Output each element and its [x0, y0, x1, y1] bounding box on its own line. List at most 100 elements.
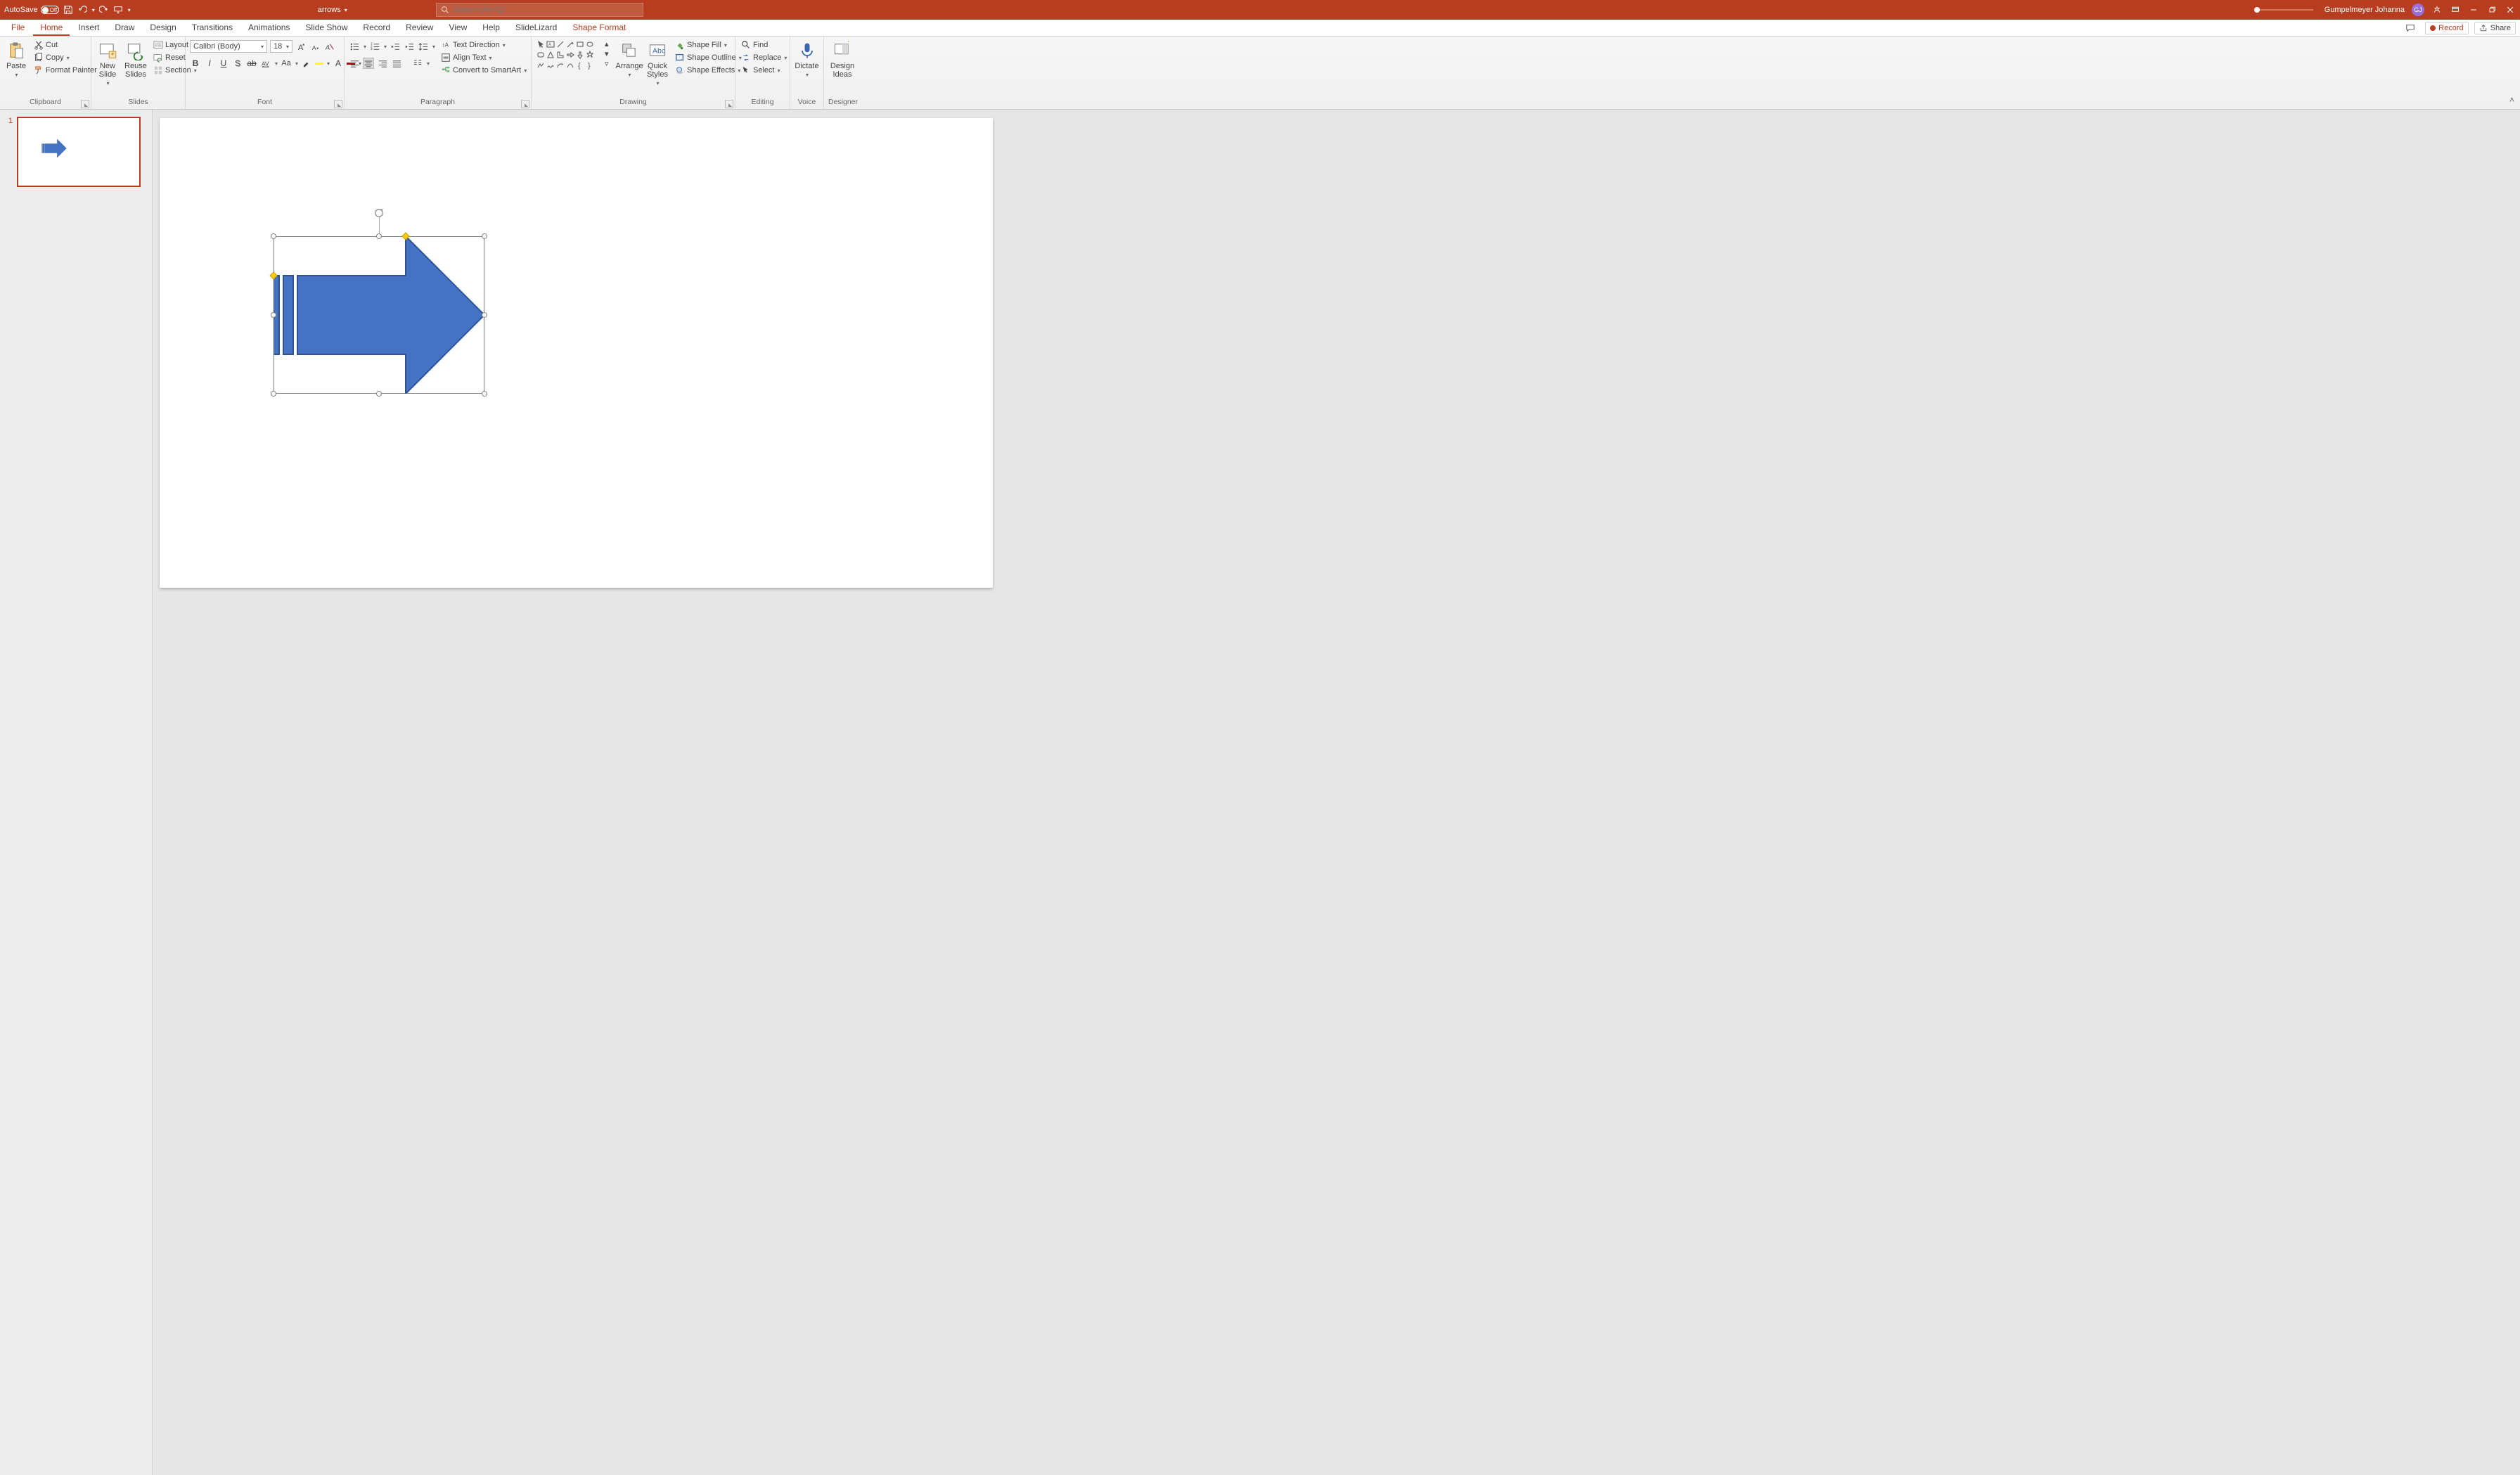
change-case-dropdown-icon[interactable]: ▾: [295, 60, 298, 67]
paste-dropdown-icon[interactable]: ▾: [15, 72, 18, 78]
gallery-scroll-down-icon[interactable]: ▾: [605, 49, 613, 58]
shape-curve-icon[interactable]: [565, 60, 575, 70]
find-button[interactable]: Find: [740, 39, 769, 51]
resize-handle-bottom-left[interactable]: [271, 391, 276, 397]
smartart-dropdown-icon[interactable]: ▾: [524, 67, 527, 74]
shape-rect-icon[interactable]: [575, 39, 585, 49]
increase-font-icon[interactable]: A▴: [295, 41, 307, 52]
slide-canvas-area[interactable]: [153, 110, 2520, 1475]
dictate-dropdown-icon[interactable]: ▾: [806, 72, 809, 78]
tab-review[interactable]: Review: [399, 20, 440, 36]
shape-outline-button[interactable]: Shape Outline▾: [674, 52, 743, 63]
autosave-switch[interactable]: Off: [41, 6, 59, 14]
gallery-scroll-up-icon[interactable]: ▴: [605, 39, 613, 49]
shape-lshape-icon[interactable]: [555, 50, 565, 60]
line-spacing-icon[interactable]: [418, 41, 429, 52]
shape-leftbrace-icon[interactable]: {: [575, 60, 585, 70]
decrease-font-icon[interactable]: A▾: [309, 41, 321, 52]
highlight-dropdown-icon[interactable]: ▾: [327, 60, 330, 67]
close-icon[interactable]: [2505, 4, 2516, 15]
character-spacing-icon[interactable]: AV: [260, 58, 271, 69]
font-dialog-launcher[interactable]: [334, 100, 342, 108]
resize-handle-bottom-middle[interactable]: [376, 391, 382, 397]
shape-oval-icon[interactable]: [585, 39, 595, 49]
shape-fill-dropdown-icon[interactable]: ▾: [724, 42, 727, 49]
copy-dropdown-icon[interactable]: ▾: [67, 55, 70, 61]
striped-right-arrow-shape[interactable]: [274, 236, 484, 394]
shadow-icon[interactable]: S: [232, 58, 243, 69]
shape-effects-button[interactable]: Shape Effects▾: [674, 65, 743, 76]
undo-dropdown-icon[interactable]: ▾: [92, 7, 95, 13]
new-slide-dropdown-icon[interactable]: ▾: [106, 80, 109, 86]
highlight-icon[interactable]: [301, 58, 312, 69]
font-size-select[interactable]: 18▾: [270, 40, 292, 53]
format-painter-button[interactable]: Format Painter: [32, 65, 98, 76]
gallery-more-icon[interactable]: ▿: [605, 59, 613, 68]
bold-icon[interactable]: B: [190, 58, 201, 69]
replace-dropdown-icon[interactable]: ▾: [784, 55, 787, 61]
underline-icon[interactable]: U: [218, 58, 229, 69]
quick-styles-dropdown-icon[interactable]: ▾: [656, 80, 659, 86]
ribbon-display-icon[interactable]: [2450, 4, 2461, 15]
bullets-icon[interactable]: [349, 41, 360, 52]
select-dropdown-icon[interactable]: ▾: [778, 67, 780, 74]
strikethrough-icon[interactable]: ab: [246, 58, 257, 69]
shape-rounded-rect-icon[interactable]: [536, 50, 546, 60]
shape-textbox-icon[interactable]: A: [546, 39, 555, 49]
align-right-icon[interactable]: [377, 58, 388, 69]
text-direction-button[interactable]: ↕AText Direction▾: [439, 39, 528, 51]
rotation-handle-icon[interactable]: [374, 208, 384, 218]
resize-handle-top-right[interactable]: [482, 233, 487, 239]
tab-home[interactable]: Home: [33, 20, 70, 36]
increase-indent-icon[interactable]: [404, 41, 415, 52]
shape-fill-button[interactable]: Shape Fill▾: [674, 39, 743, 51]
shape-star-icon[interactable]: [585, 50, 595, 60]
comments-icon[interactable]: [2401, 22, 2419, 34]
shape-arrow-right-icon[interactable]: [565, 50, 575, 60]
columns-dropdown-icon[interactable]: ▾: [427, 60, 430, 67]
select-button[interactable]: Select▾: [740, 65, 782, 76]
tab-transitions[interactable]: Transitions: [185, 20, 240, 36]
resize-handle-top-middle[interactable]: [376, 233, 382, 239]
clear-formatting-icon[interactable]: A: [323, 41, 335, 52]
resize-handle-middle-left[interactable]: [271, 312, 276, 318]
align-center-icon[interactable]: [363, 58, 374, 69]
search-box[interactable]: [436, 3, 643, 17]
tab-design[interactable]: Design: [143, 20, 183, 36]
restore-icon[interactable]: [2486, 4, 2498, 15]
new-slide-button[interactable]: ✦ New Slide ▾: [96, 39, 120, 88]
numbering-icon[interactable]: 123: [369, 41, 380, 52]
paste-button[interactable]: Paste ▾: [4, 39, 28, 79]
shape-scribble-icon[interactable]: [546, 60, 555, 70]
dictate-button[interactable]: Dictate▾: [795, 39, 819, 79]
resize-handle-bottom-right[interactable]: [482, 391, 487, 397]
copy-button[interactable]: Copy▾: [32, 52, 98, 63]
selected-shape-container[interactable]: [274, 236, 484, 394]
align-text-dropdown-icon[interactable]: ▾: [489, 55, 492, 61]
tab-draw[interactable]: Draw: [108, 20, 141, 36]
shape-rightbrace-icon[interactable]: }: [585, 60, 595, 70]
columns-icon[interactable]: [412, 58, 423, 69]
record-button[interactable]: Record: [2425, 22, 2468, 34]
search-input[interactable]: [454, 6, 638, 14]
tab-animations[interactable]: Animations: [241, 20, 297, 36]
clipboard-dialog-launcher[interactable]: [81, 100, 89, 108]
text-direction-dropdown-icon[interactable]: ▾: [503, 42, 506, 49]
slide-thumbnail-1-preview[interactable]: [17, 117, 141, 187]
tab-record[interactable]: Record: [356, 20, 397, 36]
shape-arc-icon[interactable]: [555, 60, 565, 70]
quick-styles-button[interactable]: Abc Quick Styles▾: [645, 39, 669, 88]
paragraph-dialog-launcher[interactable]: [521, 100, 529, 108]
tab-view[interactable]: View: [442, 20, 474, 36]
italic-icon[interactable]: I: [204, 58, 215, 69]
reuse-slides-button[interactable]: Reuse Slides: [124, 39, 148, 80]
convert-smartart-button[interactable]: Convert to SmartArt▾: [439, 65, 528, 76]
arrange-dropdown-icon[interactable]: ▾: [628, 72, 631, 78]
document-dropdown-icon[interactable]: ▾: [345, 7, 347, 13]
share-button[interactable]: Share: [2474, 22, 2516, 34]
resize-handle-middle-right[interactable]: [482, 312, 487, 318]
slide-thumbnail-panel[interactable]: 1: [0, 110, 153, 1475]
numbering-dropdown-icon[interactable]: ▾: [384, 44, 387, 50]
tab-file[interactable]: File: [4, 20, 32, 36]
shape-freeform-icon[interactable]: [536, 60, 546, 70]
